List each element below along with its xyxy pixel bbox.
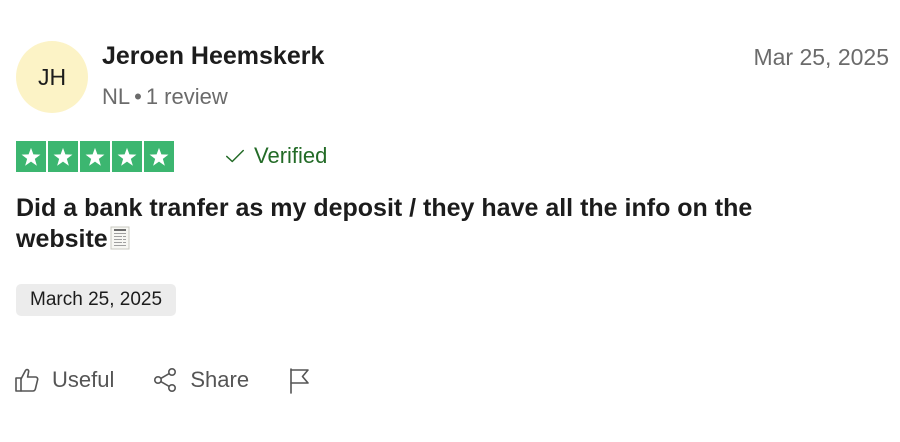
useful-button[interactable]: Useful bbox=[14, 366, 114, 394]
useful-label: Useful bbox=[52, 367, 115, 392]
star-icon bbox=[16, 141, 46, 172]
verified-badge[interactable]: Verified bbox=[224, 143, 327, 169]
star-icon bbox=[112, 141, 142, 172]
share-label: Share bbox=[190, 367, 250, 392]
verified-label: Verified bbox=[254, 143, 328, 168]
review-body: Did a bank tranfer as my deposit / they … bbox=[16, 193, 806, 255]
checkmark-icon bbox=[226, 149, 244, 163]
avatar-initials: JH bbox=[37, 63, 67, 90]
star-icon bbox=[48, 141, 78, 172]
star-icon bbox=[144, 141, 174, 172]
reviewer-meta: NL • 1 review bbox=[102, 84, 228, 110]
flag-icon bbox=[290, 368, 309, 394]
reviewer-review-count: 1 review bbox=[145, 84, 228, 109]
meta-separator: • bbox=[134, 84, 142, 109]
avatar: JH bbox=[16, 41, 88, 113]
review-date: Mar 25, 2025 bbox=[753, 44, 889, 70]
experience-date-badge: March 25, 2025 bbox=[16, 284, 177, 316]
reviewer-name[interactable]: Jeroen Heemskerk bbox=[102, 42, 324, 71]
share-icon bbox=[154, 367, 177, 392]
star-icon bbox=[80, 141, 110, 172]
receipt-icon bbox=[110, 226, 130, 250]
reviewer-country: NL bbox=[102, 84, 131, 109]
report-button[interactable] bbox=[287, 366, 313, 394]
thumbs-up-icon bbox=[15, 368, 39, 392]
share-button[interactable]: Share bbox=[152, 366, 249, 394]
review-actions: Useful Share bbox=[14, 366, 313, 394]
star-rating bbox=[16, 141, 174, 172]
